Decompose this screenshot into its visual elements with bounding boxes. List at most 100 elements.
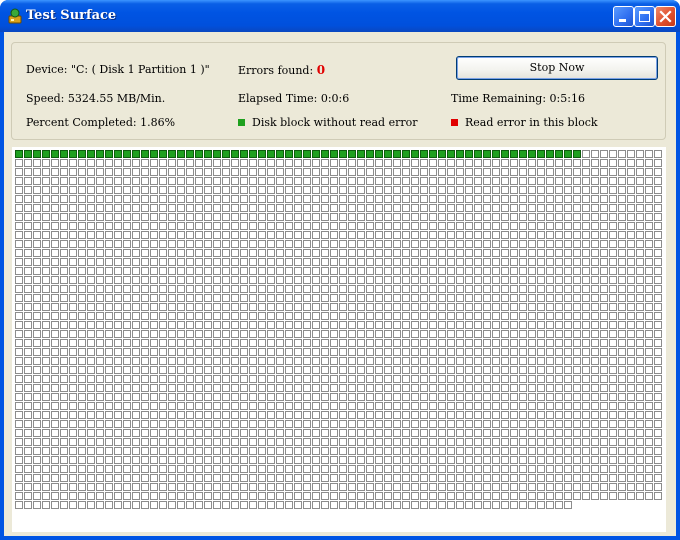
block-untested bbox=[240, 501, 248, 509]
block-untested bbox=[276, 501, 284, 509]
block-untested bbox=[15, 348, 23, 356]
block-untested bbox=[186, 204, 194, 212]
block-untested bbox=[573, 411, 581, 419]
block-untested bbox=[537, 258, 545, 266]
block-untested bbox=[168, 195, 176, 203]
block-untested bbox=[267, 321, 275, 329]
block-untested bbox=[645, 420, 653, 428]
block-untested bbox=[78, 294, 86, 302]
block-untested bbox=[654, 321, 662, 329]
block-untested bbox=[276, 285, 284, 293]
block-untested bbox=[240, 411, 248, 419]
block-untested bbox=[609, 204, 617, 212]
block-untested bbox=[222, 285, 230, 293]
block-untested bbox=[330, 393, 338, 401]
title-bar[interactable]: Test Surface bbox=[0, 0, 680, 32]
block-untested bbox=[123, 447, 131, 455]
block-untested bbox=[222, 366, 230, 374]
block-untested bbox=[555, 447, 563, 455]
block-untested bbox=[357, 321, 365, 329]
block-untested bbox=[429, 501, 437, 509]
block-untested bbox=[420, 321, 428, 329]
block-untested bbox=[267, 276, 275, 284]
block-ok bbox=[339, 150, 347, 158]
block-untested bbox=[465, 456, 473, 464]
block-untested bbox=[429, 492, 437, 500]
block-untested bbox=[429, 240, 437, 248]
block-untested bbox=[447, 429, 455, 437]
block-untested bbox=[483, 402, 491, 410]
block-untested bbox=[177, 276, 185, 284]
block-untested bbox=[609, 195, 617, 203]
block-untested bbox=[465, 186, 473, 194]
block-untested bbox=[555, 474, 563, 482]
block-untested bbox=[87, 168, 95, 176]
block-untested bbox=[87, 411, 95, 419]
block-untested bbox=[33, 402, 41, 410]
block-untested bbox=[528, 465, 536, 473]
block-untested bbox=[402, 420, 410, 428]
block-ok bbox=[159, 150, 167, 158]
minimize-button[interactable] bbox=[613, 6, 634, 27]
block-untested bbox=[555, 267, 563, 275]
block-untested bbox=[276, 276, 284, 284]
block-untested bbox=[150, 321, 158, 329]
block-untested bbox=[528, 456, 536, 464]
block-untested bbox=[303, 159, 311, 167]
block-untested bbox=[654, 411, 662, 419]
block-untested bbox=[411, 177, 419, 185]
block-untested bbox=[87, 474, 95, 482]
block-untested bbox=[474, 213, 482, 221]
block-untested bbox=[69, 294, 77, 302]
block-untested bbox=[105, 492, 113, 500]
block-untested bbox=[348, 348, 356, 356]
block-untested bbox=[96, 411, 104, 419]
status-panel: Device: "C: ( Disk 1 Partition 1 )" Erro… bbox=[11, 42, 666, 140]
block-untested bbox=[177, 420, 185, 428]
block-untested bbox=[429, 195, 437, 203]
block-untested bbox=[177, 357, 185, 365]
block-untested bbox=[492, 213, 500, 221]
block-untested bbox=[492, 177, 500, 185]
block-untested bbox=[591, 447, 599, 455]
block-untested bbox=[60, 474, 68, 482]
block-untested bbox=[123, 465, 131, 473]
block-untested bbox=[132, 411, 140, 419]
block-untested bbox=[87, 249, 95, 257]
block-untested bbox=[321, 483, 329, 491]
block-untested bbox=[438, 177, 446, 185]
block-untested bbox=[159, 240, 167, 248]
block-untested bbox=[231, 285, 239, 293]
block-untested bbox=[384, 231, 392, 239]
block-ok bbox=[96, 150, 104, 158]
block-untested bbox=[546, 330, 554, 338]
block-untested bbox=[195, 501, 203, 509]
block-ok bbox=[447, 150, 455, 158]
block-untested bbox=[582, 474, 590, 482]
errors-count: 0 bbox=[316, 63, 326, 77]
block-untested bbox=[285, 411, 293, 419]
block-untested bbox=[105, 366, 113, 374]
block-untested bbox=[42, 375, 50, 383]
block-untested bbox=[627, 321, 635, 329]
block-untested bbox=[78, 159, 86, 167]
close-button[interactable] bbox=[655, 6, 676, 27]
block-untested bbox=[159, 348, 167, 356]
stop-now-button[interactable]: Stop Now bbox=[456, 56, 658, 80]
maximize-button[interactable] bbox=[634, 6, 655, 27]
block-untested bbox=[438, 465, 446, 473]
block-untested bbox=[159, 492, 167, 500]
block-untested bbox=[501, 366, 509, 374]
block-untested bbox=[123, 312, 131, 320]
block-untested bbox=[609, 438, 617, 446]
block-untested bbox=[186, 402, 194, 410]
block-untested bbox=[321, 393, 329, 401]
block-untested bbox=[609, 429, 617, 437]
block-untested bbox=[105, 339, 113, 347]
block-untested bbox=[258, 456, 266, 464]
block-untested bbox=[636, 393, 644, 401]
block-untested bbox=[618, 276, 626, 284]
block-untested bbox=[276, 312, 284, 320]
block-untested bbox=[438, 429, 446, 437]
block-ok bbox=[303, 150, 311, 158]
